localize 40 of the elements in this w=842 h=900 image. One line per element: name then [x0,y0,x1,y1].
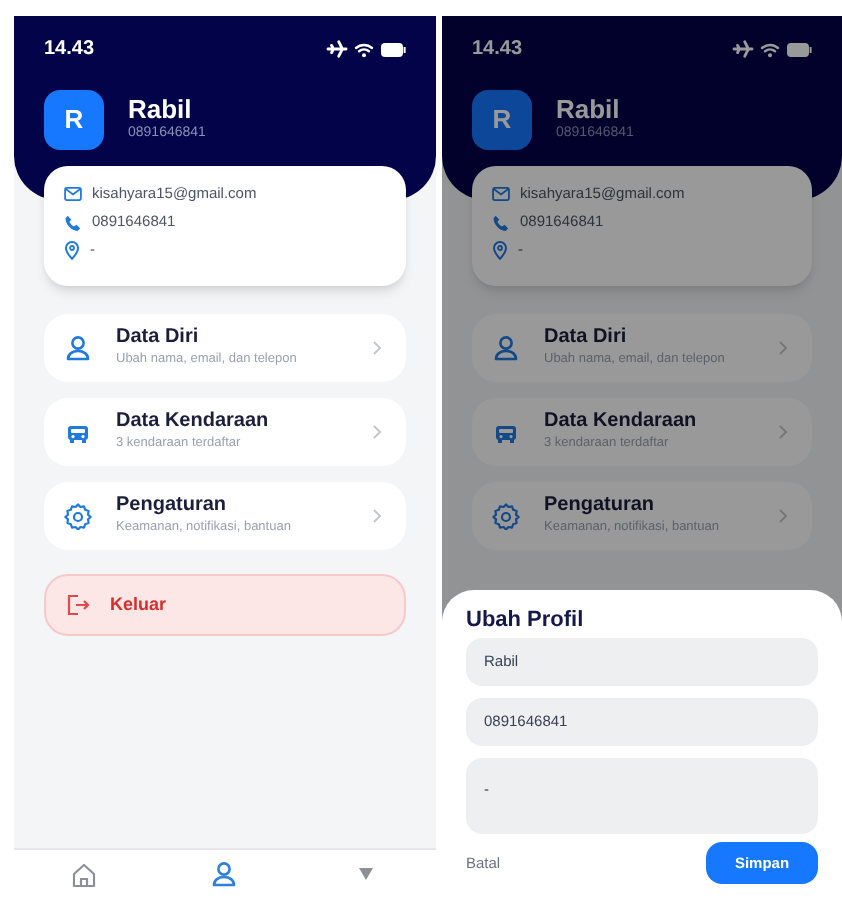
menu-title: Data Kendaraan [116,410,271,435]
mail-icon [64,186,82,202]
profile-name: Rabil [556,94,622,125]
user-icon [210,859,239,887]
plane-icon [326,40,348,58]
menu-title: Data Kendaraan [544,410,699,435]
location-pin-icon [64,240,80,260]
phone-icon [492,213,510,231]
location-pin-icon [492,240,508,260]
menu-title: Data Diri [116,326,201,351]
gear-icon [492,502,520,530]
chevron-icon [778,508,788,524]
chevron-icon [778,424,788,440]
chevron-icon [372,424,382,440]
menu-title: Data Diri [544,326,629,351]
profile-name: Rabil [128,94,194,125]
gear-icon [64,502,92,530]
nav-tab[interactable] [208,857,241,889]
battery-icon [786,41,812,57]
user-icon [64,334,92,362]
sheet-title: Ubah Profil [466,608,584,632]
home-icon [70,859,99,887]
phone-icon [64,213,82,231]
avatar: R [44,90,104,150]
menu-title: Pengaturan [116,494,229,519]
chevron-icon [372,340,382,356]
avatar: R [472,90,532,150]
battery-icon [380,41,406,57]
user-icon [492,334,520,362]
chevron-icon [372,508,382,524]
chevron-icon [778,340,788,356]
wifi-icon [760,41,780,57]
plane-icon [732,40,754,58]
status-time: 14.43 [44,36,95,64]
logout-icon [66,594,90,616]
mail-icon [492,186,510,202]
logout-button[interactable]: Keluar [44,574,406,636]
menu-title: Pengaturan [544,494,657,519]
wifi-icon [354,41,374,57]
status-time: 14.43 [472,36,523,64]
